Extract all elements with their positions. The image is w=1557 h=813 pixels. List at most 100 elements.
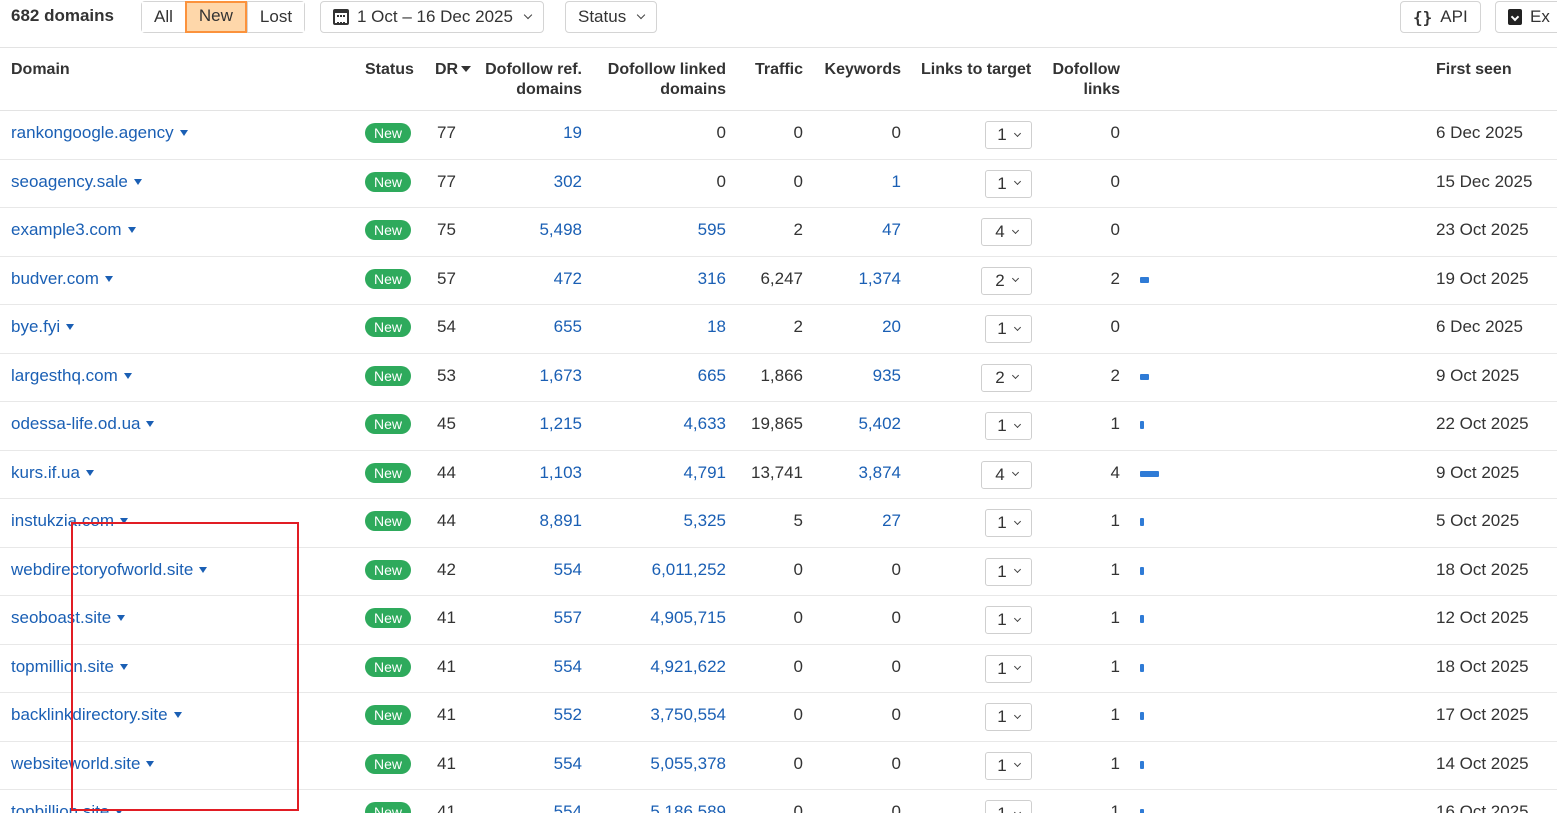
keywords-value[interactable]: 935 xyxy=(873,364,901,388)
domain-link[interactable]: kurs.if.ua xyxy=(11,461,94,485)
links-to-target-dropdown[interactable]: 4 xyxy=(981,460,1032,489)
dofollow-ref-domains-link[interactable]: 302 xyxy=(554,170,582,194)
domain-link[interactable]: topbillion.site xyxy=(11,800,124,813)
domain-link[interactable]: example3.com xyxy=(11,218,136,242)
dofollow-linked-domains-value[interactable]: 5,325 xyxy=(683,509,726,533)
dofollow-ref-domains-link[interactable]: 1,215 xyxy=(539,412,582,436)
date-range-button[interactable]: 1 Oct – 16 Dec 2025 xyxy=(320,1,544,33)
dropdown-caret-icon[interactable] xyxy=(115,809,124,813)
column-header-links-to-target[interactable]: Links to target xyxy=(921,60,1031,80)
dofollow-ref-domains-link[interactable]: 5,498 xyxy=(539,218,582,242)
links-to-target-dropdown[interactable]: 1 xyxy=(985,654,1032,683)
dropdown-caret-icon[interactable] xyxy=(173,712,182,718)
keywords-value[interactable]: 3,874 xyxy=(858,461,901,485)
links-to-target-dropdown[interactable]: 1 xyxy=(985,509,1032,537)
domain-link[interactable]: webdirectoryofworld.site xyxy=(11,558,208,582)
dropdown-caret-icon[interactable] xyxy=(120,663,128,670)
status-filter-button[interactable]: Status xyxy=(565,1,658,33)
dofollow-ref-domains-link[interactable]: 19 xyxy=(563,121,582,145)
keywords-value[interactable]: 20 xyxy=(882,315,901,339)
dofollow-ref-domains-link[interactable]: 554 xyxy=(554,800,582,813)
dropdown-caret-icon[interactable] xyxy=(117,615,126,621)
links-to-target-dropdown[interactable]: 1 xyxy=(985,606,1032,634)
domain-name: budver.com xyxy=(11,268,99,288)
domain-link[interactable]: budver.com xyxy=(11,267,113,291)
dropdown-caret-icon[interactable] xyxy=(179,130,188,136)
dofollow-linked-domains-value[interactable]: 4,921,622 xyxy=(650,655,726,679)
api-button[interactable]: {} API xyxy=(1400,1,1481,33)
dofollow-ref-domains-link[interactable]: 554 xyxy=(554,558,582,582)
domain-link[interactable]: seoagency.sale xyxy=(11,170,142,194)
links-to-target-dropdown[interactable]: 1 xyxy=(985,800,1032,813)
dofollow-linked-domains-value[interactable]: 5,055,378 xyxy=(650,752,726,776)
dofollow-linked-domains-value[interactable]: 595 xyxy=(698,218,726,242)
dofollow-linked-domains-value[interactable]: 4,905,715 xyxy=(650,606,726,630)
column-header-status[interactable]: Status xyxy=(365,60,414,80)
links-to-target-dropdown[interactable]: 1 xyxy=(985,703,1032,731)
domain-link[interactable]: instukzia.com xyxy=(11,509,128,533)
domain-link[interactable]: odessa-life.od.ua xyxy=(11,412,155,436)
column-header-traffic[interactable]: Traffic xyxy=(755,60,803,80)
filter-lost-button[interactable]: Lost xyxy=(246,2,305,32)
dofollow-ref-domains-link[interactable]: 554 xyxy=(554,655,582,679)
dofollow-ref-domains-link[interactable]: 557 xyxy=(554,606,582,630)
links-to-target-dropdown[interactable]: 1 xyxy=(985,169,1032,198)
dofollow-linked-domains-value[interactable]: 6,011,252 xyxy=(652,558,726,582)
column-header-keywords[interactable]: Keywords xyxy=(825,60,901,80)
dofollow-linked-domains-value[interactable]: 665 xyxy=(698,364,726,388)
links-to-target-dropdown[interactable]: 1 xyxy=(985,412,1032,440)
links-to-target-dropdown[interactable]: 2 xyxy=(981,363,1032,392)
dropdown-caret-icon[interactable] xyxy=(146,760,155,767)
dropdown-caret-icon[interactable] xyxy=(146,421,155,427)
keywords-value[interactable]: 47 xyxy=(882,218,901,242)
dofollow-ref-domains-link[interactable]: 8,891 xyxy=(539,509,582,533)
dropdown-caret-icon[interactable] xyxy=(133,178,142,185)
filter-new-button[interactable]: New xyxy=(184,1,247,33)
column-header-domain[interactable]: Domain xyxy=(11,60,70,80)
keywords-value[interactable]: 27 xyxy=(882,509,901,533)
domain-link[interactable]: seoboast.site xyxy=(11,606,126,630)
dofollow-ref-domains-link[interactable]: 554 xyxy=(554,752,582,776)
domain-link[interactable]: backlinkdirectory.site xyxy=(11,703,182,727)
domain-link[interactable]: websiteworld.site xyxy=(11,752,155,776)
domain-link[interactable]: bye.fyi xyxy=(11,315,75,339)
dropdown-caret-icon[interactable] xyxy=(119,518,128,524)
keywords-value[interactable]: 5,402 xyxy=(858,412,901,436)
column-header-dofollow-linked-domains[interactable]: Dofollow linked domains xyxy=(608,60,726,100)
dofollow-ref-domains-link[interactable]: 472 xyxy=(554,267,582,291)
dofollow-linked-domains-value[interactable]: 316 xyxy=(698,267,726,291)
column-header-dofollow-ref-domains[interactable]: Dofollow ref. domains xyxy=(485,60,582,100)
dofollow-linked-domains-value[interactable]: 3,750,554 xyxy=(650,703,726,727)
domain-name: rankongoogle.agency xyxy=(11,123,174,142)
dofollow-linked-domains-value[interactable]: 5,186,589 xyxy=(650,800,726,813)
dofollow-ref-domains-link[interactable]: 655 xyxy=(554,315,582,339)
dropdown-caret-icon[interactable] xyxy=(66,324,75,330)
dofollow-linked-domains-value[interactable]: 4,791 xyxy=(683,461,726,485)
keywords-value[interactable]: 1,374 xyxy=(858,267,901,291)
links-to-target-dropdown[interactable]: 1 xyxy=(985,557,1032,586)
dropdown-caret-icon[interactable] xyxy=(123,372,132,379)
column-header-dr[interactable]: DR xyxy=(435,60,472,80)
dofollow-ref-domains-link[interactable]: 1,673 xyxy=(539,364,582,388)
column-header-first-seen[interactable]: First seen xyxy=(1436,60,1512,80)
dofollow-ref-domains-link[interactable]: 1,103 xyxy=(539,461,582,485)
links-to-target-dropdown[interactable]: 4 xyxy=(981,218,1032,246)
domain-link[interactable]: topmillion.site xyxy=(11,655,128,679)
export-button[interactable]: Ex xyxy=(1495,1,1557,33)
dofollow-ref-domains-link[interactable]: 552 xyxy=(554,703,582,727)
links-to-target-dropdown[interactable]: 1 xyxy=(985,751,1032,780)
dropdown-caret-icon[interactable] xyxy=(85,469,94,476)
dropdown-caret-icon[interactable] xyxy=(104,275,113,282)
domain-link[interactable]: rankongoogle.agency xyxy=(11,121,188,145)
links-to-target-dropdown[interactable]: 1 xyxy=(985,315,1032,343)
dofollow-linked-domains-value[interactable]: 4,633 xyxy=(683,412,726,436)
links-to-target-dropdown[interactable]: 1 xyxy=(985,121,1032,149)
domain-link[interactable]: largesthq.com xyxy=(11,364,132,388)
dropdown-caret-icon[interactable] xyxy=(199,566,208,573)
keywords-value[interactable]: 1 xyxy=(892,170,901,194)
filter-all-button[interactable]: All xyxy=(142,2,185,32)
dofollow-linked-domains-value[interactable]: 18 xyxy=(707,315,726,339)
column-header-dofollow-links[interactable]: Dofollow links xyxy=(1052,60,1120,100)
dropdown-caret-icon[interactable] xyxy=(127,227,136,233)
links-to-target-dropdown[interactable]: 2 xyxy=(981,266,1032,295)
